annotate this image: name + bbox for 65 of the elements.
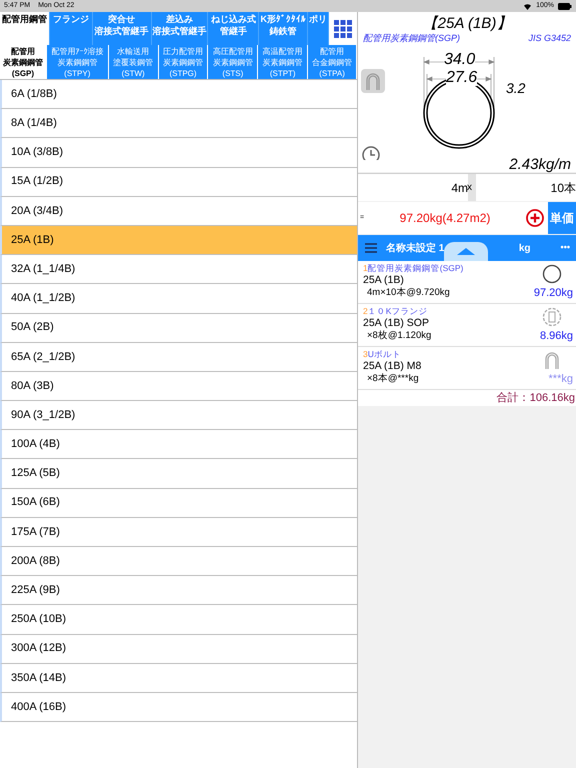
inner-diameter: 27.6 [446, 70, 478, 86]
size-row[interactable]: 175A (7B) [0, 518, 357, 547]
size-row[interactable]: 300A (12B) [0, 634, 357, 664]
u-bolt-button[interactable] [361, 69, 385, 93]
flange-icon [542, 307, 562, 327]
size-row[interactable]: 80A (3B) [0, 372, 357, 402]
item-size: 25A (1B) [363, 274, 405, 287]
item-size: 25A (1B) M8 [363, 360, 422, 373]
up-triangle-icon [457, 248, 475, 255]
item-quantity: ×8枚@1.120kg [367, 330, 432, 342]
size-row[interactable]: 15A (1/2B) [0, 168, 357, 197]
calculation-item[interactable]: 1配管用炭素鋼鋼管(SGP) 25A (1B) 4m×10本@9.720kg 97.20kg [358, 261, 576, 304]
wifi-icon [523, 2, 532, 10]
size-row[interactable]: 100A (4B) [0, 430, 357, 460]
weight-unit: kg [518, 242, 531, 256]
item-number: 3 [363, 349, 368, 360]
size-row[interactable]: 150A (6B) [0, 488, 357, 518]
collapse-tab[interactable] [444, 242, 488, 261]
standard-code: JIS G3452 [528, 33, 571, 44]
size-row[interactable]: 25A (1B) [0, 226, 357, 256]
item-number: 2 [363, 306, 368, 317]
calculation-item[interactable]: 2 １０Kフランジ 25A (1B) SOP ×8枚@1.120kg 8.96kg [358, 304, 576, 347]
wall-thickness: 3.2 [506, 80, 526, 96]
material-name: 配管用炭素鋼鋼管(SGP) [363, 33, 460, 44]
add-button[interactable] [526, 209, 544, 227]
size-row[interactable]: 225A (9B) [0, 576, 357, 606]
size-row[interactable]: 10A (3/8B) [0, 138, 357, 168]
item-category: 配管用炭素鋼鋼管(SGP) [368, 263, 464, 274]
size-row[interactable]: 8A (1/4B) [0, 109, 357, 138]
size-row[interactable]: 400A (16B) [0, 692, 357, 722]
multiply-sign: x [467, 181, 472, 195]
add-icon [526, 209, 544, 227]
total-weight-result: 97.20kg(4.27m2) [398, 210, 492, 227]
size-row[interactable]: 200A (8B) [0, 547, 357, 576]
list-name: 名称未設定 1 [386, 241, 444, 256]
item-category: １０Kフランジ [368, 306, 428, 317]
size-row[interactable]: 50A (2B) [0, 314, 357, 343]
size-row[interactable]: 250A (10B) [0, 605, 357, 635]
count-field[interactable]: 10本 [476, 174, 576, 201]
item-size: 25A (1B) SOP [363, 317, 430, 330]
size-row[interactable]: 350A (14B) [0, 664, 357, 693]
item-number: 1 [363, 263, 368, 274]
item-weight: ***kg [548, 372, 573, 387]
item-category: Uボルト [368, 349, 401, 360]
unit-weight: 2.43kg/m [509, 156, 571, 174]
size-row[interactable]: 90A (3_1/2B) [0, 401, 357, 430]
size-row[interactable]: 6A (1/8B) [0, 80, 357, 110]
grid-icon [334, 20, 352, 38]
length-field[interactable]: 4m [358, 174, 468, 201]
item-quantity: ×8本@***kg [367, 373, 419, 385]
category-tab[interactable]: 配管用鋼管 [0, 12, 50, 45]
menu-button[interactable] [365, 243, 377, 253]
size-title: 【25A (1B)】 [422, 14, 512, 33]
size-row[interactable]: 125A (5B) [0, 459, 357, 489]
size-row[interactable]: 20A (3/4B) [0, 196, 357, 226]
battery-icon [558, 2, 572, 10]
ring-icon [542, 264, 562, 284]
size-row[interactable]: 65A (2_1/2B) [0, 342, 357, 372]
size-row[interactable]: 32A (1_1/4B) [0, 255, 357, 284]
grand-total: 合計：106.16kg [496, 390, 576, 406]
item-weight: 97.20kg [534, 286, 573, 301]
item-quantity: 4m×10本@9.720kg [367, 287, 450, 299]
size-row[interactable]: 40A (1_1/2B) [0, 284, 357, 314]
item-weight: 8.96kg [540, 329, 573, 344]
menu-icon [365, 243, 377, 253]
